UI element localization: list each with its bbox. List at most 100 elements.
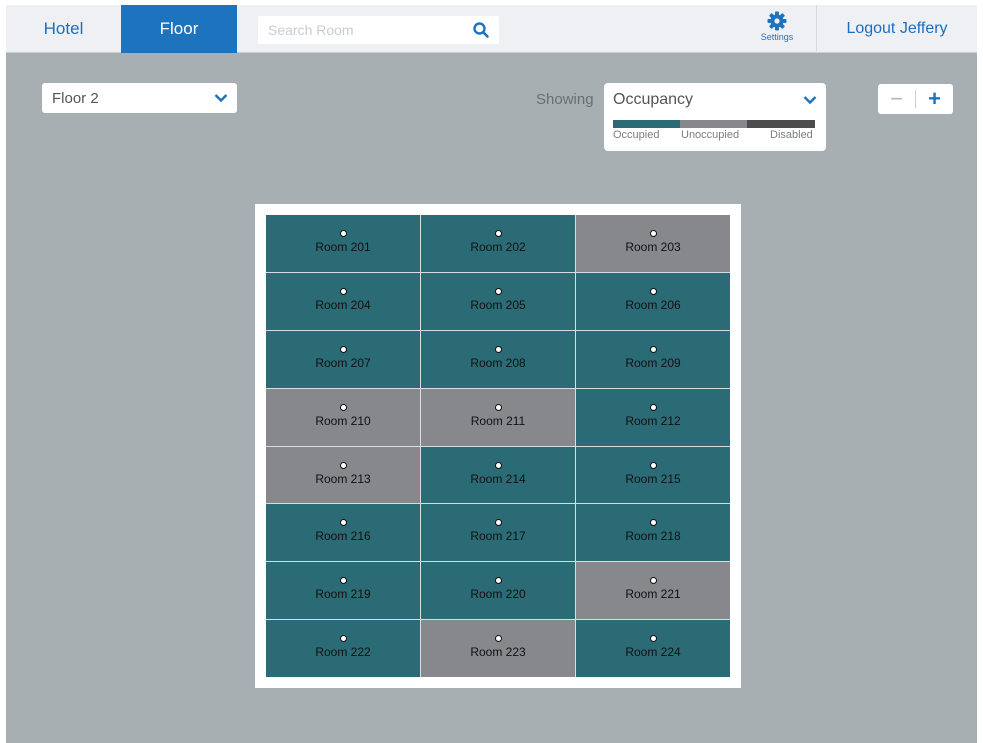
legend-label-occupied: Occupied [613, 129, 660, 141]
room-sensor-dot-icon [650, 635, 657, 643]
room-sensor-dot-icon [495, 230, 502, 237]
room-label: Room 213 [315, 471, 371, 486]
room-sensor-dot-icon [495, 577, 502, 585]
room-label: Room 214 [470, 471, 526, 486]
room-sensor-dot-icon [650, 577, 657, 585]
room-tile[interactable]: Room 219 [266, 562, 420, 620]
room-label: Room 212 [625, 413, 681, 428]
room-label: Room 223 [470, 645, 526, 660]
room-tile[interactable]: Room 214 [421, 446, 575, 504]
room-label: Room 219 [315, 587, 371, 602]
room-sensor-dot-icon [495, 635, 502, 643]
room-sensor-dot-icon [495, 287, 502, 295]
room-grid: Room 201 Room 202 Room 203 Room 204 Room 205… [266, 215, 730, 677]
settings-button[interactable]: Settings [750, 9, 804, 51]
gear-icon [767, 11, 787, 31]
legend-swatch-disabled [747, 120, 815, 128]
room-sensor-dot-icon [650, 519, 657, 527]
room-sensor-dot-icon [340, 461, 347, 469]
chevron-down-icon [803, 96, 817, 105]
room-label: Room 206 [625, 297, 681, 312]
room-sensor-dot-icon [340, 345, 347, 353]
room-label: Room 218 [625, 529, 681, 544]
room-sensor-dot-icon [340, 577, 347, 585]
showing-select-value: Occupancy [613, 91, 694, 108]
room-tile[interactable]: Room 210 [266, 388, 420, 446]
room-sensor-dot-icon [340, 635, 347, 643]
room-tile[interactable]: Room 223 [421, 620, 575, 677]
legend-label-unoccupied: Unoccupied [681, 129, 740, 141]
legend-swatch-occupied [613, 120, 680, 128]
room-sensor-dot-icon [340, 519, 347, 527]
room-label: Room 221 [625, 587, 681, 602]
zoom-control: − + [878, 84, 953, 114]
chevron-down-icon [214, 94, 228, 103]
zoom-in-button[interactable]: + [916, 84, 953, 114]
room-tile[interactable]: Room 202 [421, 215, 575, 272]
floor-select-value: Floor 2 [52, 90, 99, 107]
room-sensor-dot-icon [495, 461, 502, 469]
room-label: Room 209 [625, 355, 681, 370]
room-tile[interactable]: Room 205 [421, 272, 575, 330]
room-sensor-dot-icon [650, 461, 657, 469]
room-tile[interactable]: Room 212 [576, 388, 730, 446]
room-tile[interactable]: Room 222 [266, 620, 420, 677]
room-tile[interactable]: Room 217 [421, 504, 575, 562]
room-label: Room 204 [315, 297, 371, 312]
search-room-input[interactable] [258, 16, 499, 44]
room-tile[interactable]: Room 209 [576, 330, 730, 388]
room-label: Room 208 [470, 355, 526, 370]
showing-select[interactable]: Occupancy Occupied Unoccupied Disabled [604, 83, 826, 151]
room-sensor-dot-icon [650, 287, 657, 295]
room-tile[interactable]: Room 211 [421, 388, 575, 446]
room-label: Room 207 [315, 355, 371, 370]
room-label: Room 222 [315, 645, 371, 660]
logout-button[interactable]: Logout Jeffery [817, 5, 977, 53]
room-label: Room 205 [470, 297, 526, 312]
room-sensor-dot-icon [340, 403, 347, 411]
room-sensor-dot-icon [340, 230, 347, 237]
room-tile[interactable]: Room 203 [576, 215, 730, 272]
room-label: Room 203 [625, 240, 681, 254]
room-label: Room 220 [470, 587, 526, 602]
room-tile[interactable]: Room 216 [266, 504, 420, 562]
room-tile[interactable]: Room 220 [421, 562, 575, 620]
room-label: Room 202 [470, 240, 526, 254]
room-label: Room 215 [625, 471, 681, 486]
room-sensor-dot-icon [495, 403, 502, 411]
room-sensor-dot-icon [650, 230, 657, 237]
room-label: Room 211 [470, 413, 526, 428]
settings-label: Settings [760, 32, 794, 42]
room-tile[interactable]: Room 207 [266, 330, 420, 388]
room-tile[interactable]: Room 215 [576, 446, 730, 504]
search-icon[interactable] [472, 21, 490, 39]
room-label: Room 201 [315, 240, 371, 254]
room-tile[interactable]: Room 206 [576, 272, 730, 330]
room-label: Room 217 [470, 529, 526, 544]
legend-swatch-unoccupied [680, 120, 747, 128]
floor-plan: Room 201 Room 202 Room 203 Room 204 Room 205… [255, 204, 741, 688]
room-tile[interactable]: Room 201 [266, 215, 420, 272]
tab-floor[interactable]: Floor [121, 5, 237, 53]
room-sensor-dot-icon [495, 519, 502, 527]
room-label: Room 210 [315, 413, 371, 428]
app-frame: Hotel Floor Settings Logout Jeffery [6, 5, 977, 743]
room-sensor-dot-icon [650, 345, 657, 353]
room-tile[interactable]: Room 204 [266, 272, 420, 330]
legend-label-disabled: Disabled [770, 129, 813, 141]
room-tile[interactable]: Room 224 [576, 620, 730, 677]
room-tile[interactable]: Room 221 [576, 562, 730, 620]
room-tile[interactable]: Room 213 [266, 446, 420, 504]
tab-hotel[interactable]: Hotel [6, 5, 121, 53]
room-sensor-dot-icon [650, 403, 657, 411]
room-label: Room 224 [625, 645, 681, 660]
floor-select[interactable]: Floor 2 [42, 83, 237, 113]
showing-label: Showing [536, 91, 594, 108]
zoom-out-button[interactable]: − [878, 84, 915, 114]
room-tile[interactable]: Room 218 [576, 504, 730, 562]
room-label: Room 216 [315, 529, 371, 544]
room-sensor-dot-icon [340, 287, 347, 295]
room-sensor-dot-icon [495, 345, 502, 353]
top-navigation-bar: Hotel Floor Settings Logout Jeffery [6, 5, 977, 53]
room-tile[interactable]: Room 208 [421, 330, 575, 388]
